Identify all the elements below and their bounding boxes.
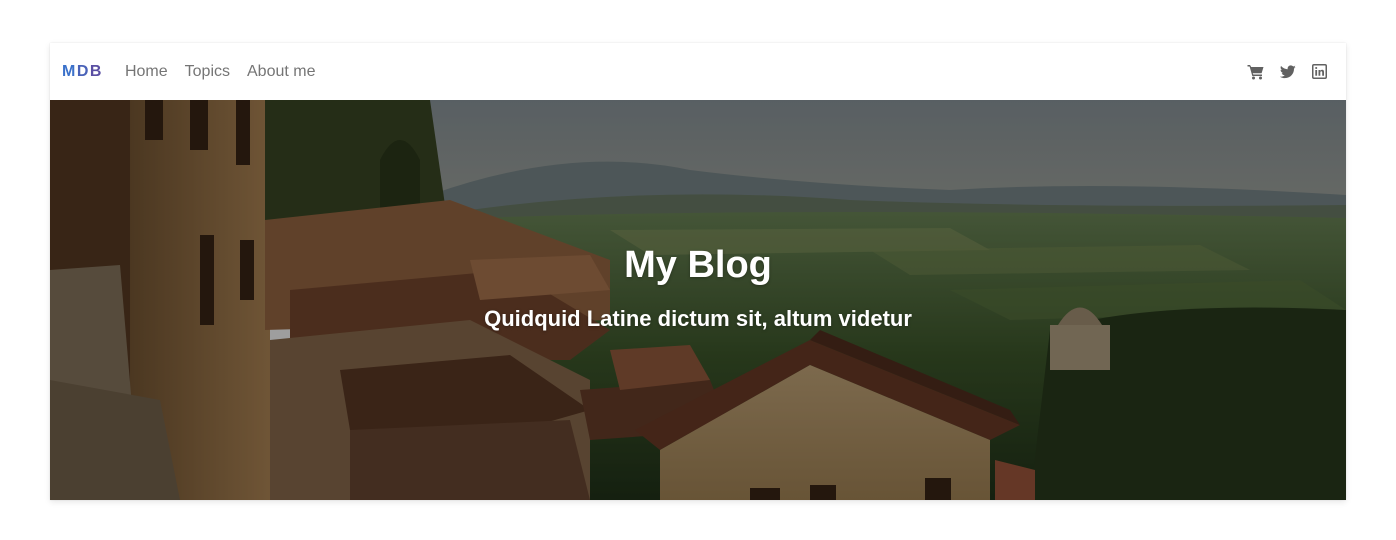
mdb-logo: MDB — [62, 62, 103, 80]
nav-link-topics[interactable]: Topics — [185, 63, 230, 81]
hero-banner: My Blog Quidquid Latine dictum sit, altu… — [50, 100, 1346, 500]
linkedin-icon[interactable] — [1311, 63, 1328, 80]
nav-link-home[interactable]: Home — [125, 63, 168, 81]
hero-content: My Blog Quidquid Latine dictum sit, altu… — [50, 100, 1346, 500]
logo-letter-m: M — [62, 62, 77, 80]
twitter-icon[interactable] — [1279, 63, 1296, 80]
logo-letter-d: D — [76, 62, 90, 80]
hero-subtitle: Quidquid Latine dictum sit, altum videtu… — [484, 306, 912, 331]
hero-title: My Blog — [624, 244, 772, 286]
shopping-cart-icon[interactable] — [1247, 63, 1264, 80]
nav-link-about-me[interactable]: About me — [247, 63, 315, 81]
nav-links: Home Topics About me — [125, 63, 316, 81]
brand-logo-link[interactable]: MDB — [62, 43, 103, 100]
nav-icons — [1247, 63, 1334, 80]
navbar: MDB Home Topics About me — [50, 43, 1346, 100]
blog-card: MDB Home Topics About me My Blog Quidqui… — [50, 43, 1346, 500]
logo-letter-b: B — [89, 62, 103, 80]
